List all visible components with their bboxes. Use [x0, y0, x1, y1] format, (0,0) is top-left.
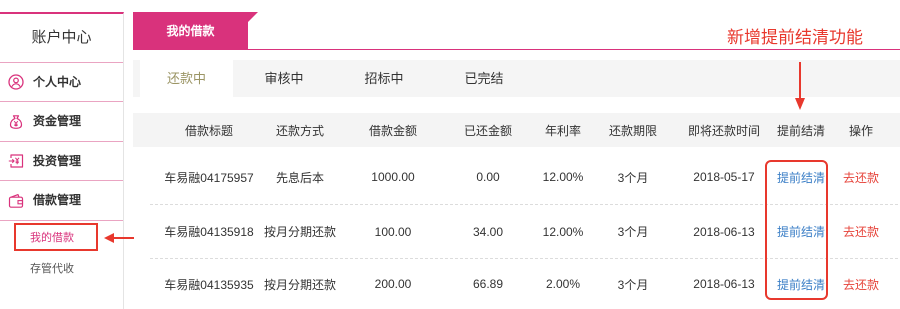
cell-repaid: 34.00 [472, 224, 504, 239]
sidebar-title: 账户中心 [31, 29, 92, 46]
cell-method: 按月分期还款 [263, 277, 337, 292]
column-header-amount: 借款金额 [368, 123, 418, 138]
subtab-repaying[interactable]: 还款中 [140, 60, 233, 97]
sidebar-item-personal-center[interactable]: 个人中心 [0, 62, 123, 101]
cell-rate: 12.00% [542, 224, 584, 239]
subtab-completed[interactable]: 已完结 [434, 60, 534, 97]
cell-rate: 12.00% [542, 170, 584, 184]
sidebar: 账户中心 个人中心 资金管理 投资管理 借款管理 我的借款 存管代收 [0, 12, 124, 309]
cell-repaid: 0.00 [476, 170, 500, 184]
cell-term: 3个月 [617, 225, 649, 239]
subtab-bidding[interactable]: 招标中 [334, 60, 434, 97]
money-bag-icon [8, 114, 24, 130]
cell-title: 车易融04135918 [164, 225, 254, 239]
cell-title: 车易融04135935 [164, 277, 254, 292]
repay-link[interactable]: 去还款 [843, 205, 879, 258]
cell-amount: 200.00 [374, 277, 412, 291]
cell-method: 先息后本 [275, 170, 325, 185]
annotation-highlight-box [765, 160, 828, 300]
cell-title: 车易融04175957 [164, 170, 254, 185]
investment-icon [8, 153, 24, 169]
wallet-icon [8, 193, 24, 209]
cell-method: 按月分期还款 [263, 225, 337, 239]
cell-repaid: 66.89 [472, 277, 504, 291]
subtab-under-review[interactable]: 审核中 [234, 60, 334, 97]
column-header-early-settle: 提前结清 [776, 123, 826, 138]
repay-link[interactable]: 去还款 [843, 150, 879, 204]
column-header-title: 借款标题 [184, 123, 234, 138]
repay-link[interactable]: 去还款 [843, 259, 879, 309]
cell-due-date: 2018-06-13 [693, 277, 755, 291]
cell-due-date: 2018-06-13 [693, 224, 755, 239]
sidebar-item-label: 资金管理 [33, 114, 82, 128]
column-header-due-date: 即将还款时间 [687, 123, 761, 138]
column-header-action: 操作 [848, 123, 874, 138]
column-header-repaid: 已还金额 [463, 123, 513, 138]
subtab-bar: 还款中 审核中 招标中 已完结 [133, 60, 900, 97]
sidebar-item-loan-management[interactable]: 借款管理 [0, 180, 123, 220]
annotation-arrow-left-icon [103, 231, 135, 245]
tab-my-loans[interactable]: 我的借款 [133, 12, 258, 50]
cell-amount: 1000.00 [371, 170, 415, 184]
cell-term: 3个月 [617, 170, 649, 185]
sidebar-item-label: 借款管理 [33, 193, 82, 207]
sidebar-item-label: 投资管理 [33, 154, 82, 168]
cell-due-date: 2018-05-17 [693, 170, 755, 184]
person-icon [8, 74, 24, 90]
sidebar-item-investment-management[interactable]: 投资管理 [0, 141, 123, 180]
sidebar-subitem-custody-collection[interactable]: 存管代收 [30, 259, 74, 279]
annotation-arrow-down-icon [792, 60, 808, 112]
column-header-method: 还款方式 [275, 123, 325, 138]
annotation-callout-text: 新增提前结清功能 [727, 28, 863, 47]
sidebar-divider [0, 220, 123, 221]
cell-term: 3个月 [617, 277, 649, 292]
annotation-highlight-my-loans [14, 223, 98, 251]
column-header-rate: 年利率 [544, 123, 582, 138]
column-header-term: 还款期限 [608, 123, 658, 138]
table-header: 借款标题 还款方式 借款金额 已还金额 年利率 还款期限 即将还款时间 提前结清… [133, 113, 900, 147]
sidebar-item-label: 个人中心 [33, 75, 82, 89]
cell-rate: 2.00% [545, 277, 581, 291]
sidebar-item-fund-management[interactable]: 资金管理 [0, 101, 123, 141]
cell-amount: 100.00 [374, 224, 412, 239]
tab-underline [133, 49, 900, 50]
